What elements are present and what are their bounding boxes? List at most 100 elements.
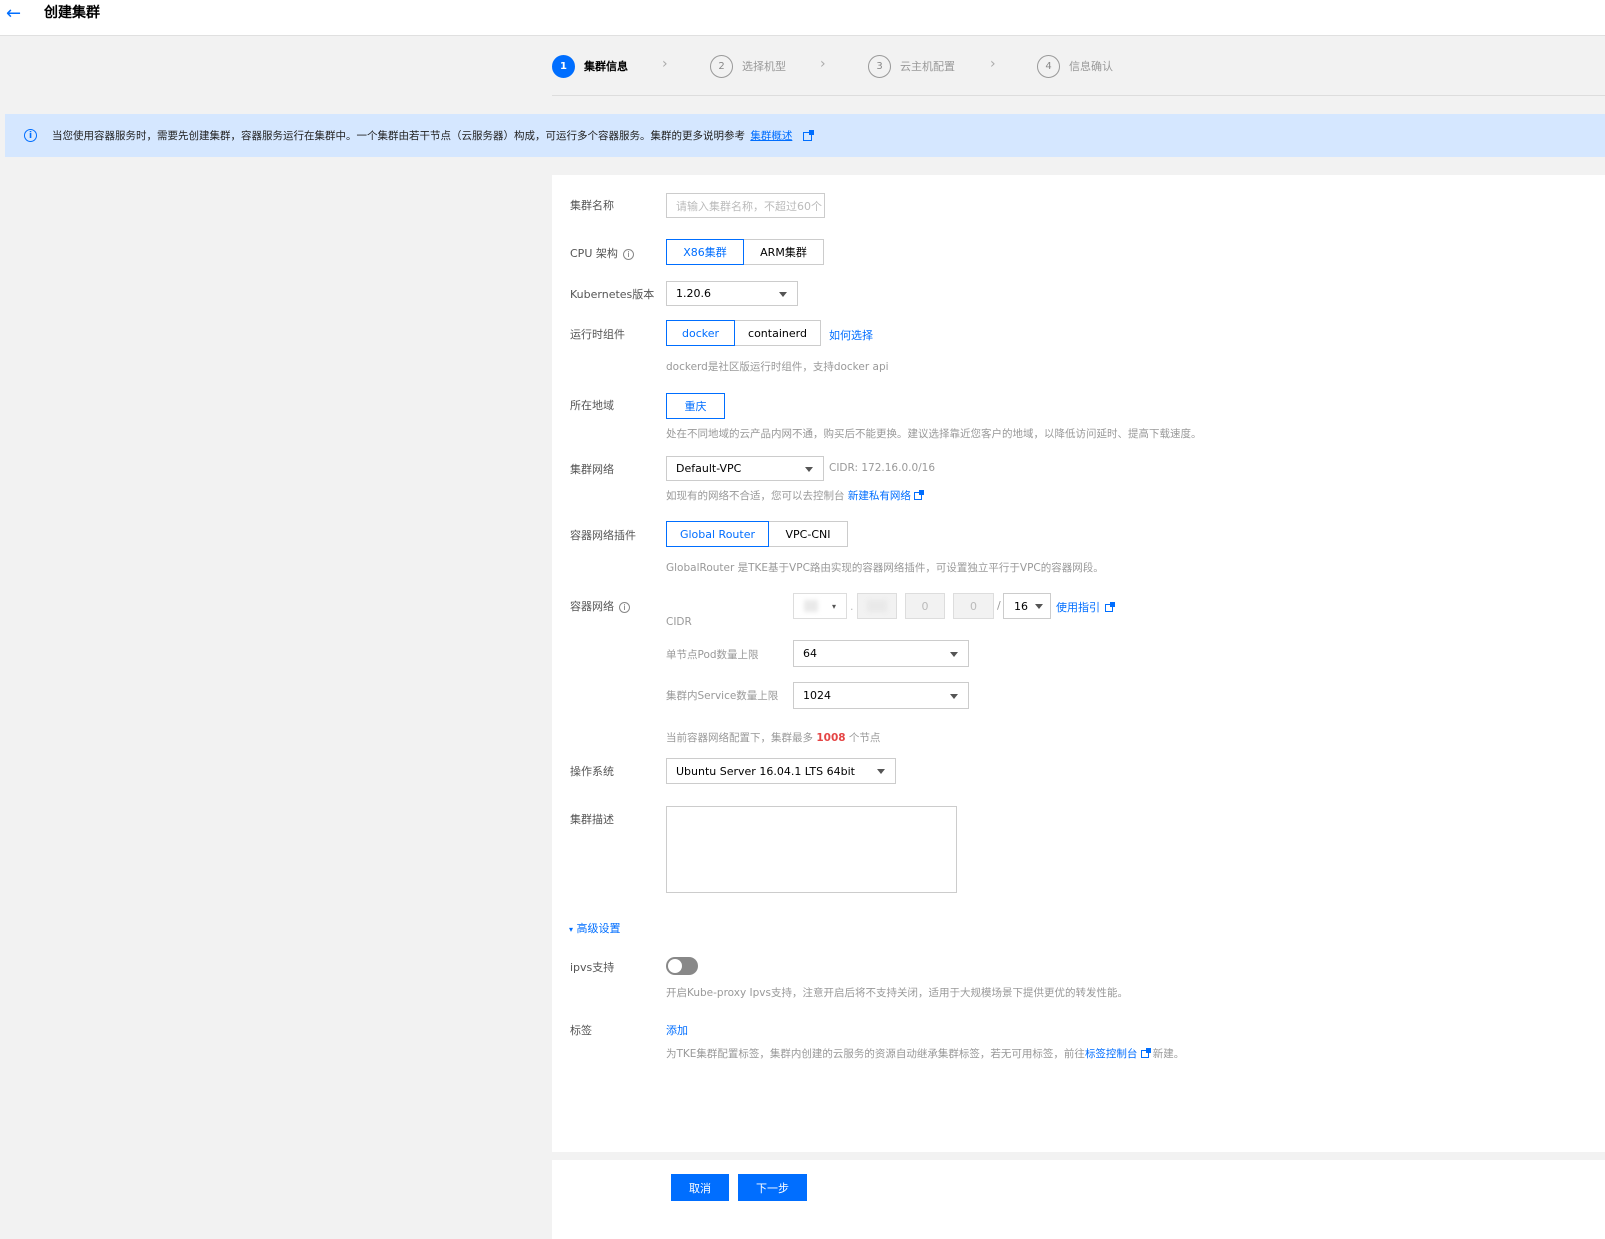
description-textarea[interactable] [666,806,957,893]
caret-down-icon [877,769,885,774]
network-hint: 如现有的网络不合适，您可以去控制台 新建私有网络 [666,488,924,503]
pod-limit-label: 单节点Pod数量上限 [666,649,759,661]
ipvs-hint: 开启Kube-proxy Ipvs支持，注意开启后将不支持关闭，适用于大规模场景… [666,987,1128,999]
plugin-vpc-cni-option[interactable]: VPC-CNI [769,521,848,547]
step-3-label: 云主机配置 [900,60,955,73]
step-4: 4 信息确认 [1037,54,1113,78]
cidr-mask-value: 16 [1014,599,1028,613]
external-link-icon [913,490,924,500]
advanced-settings-toggle[interactable]: ▾ 高级设置 [569,920,621,936]
usage-guide-link[interactable]: 使用指引 [1056,599,1115,615]
step-1-label: 集群信息 [584,60,628,73]
cidr-octet1-select[interactable]: ▾ [793,593,847,619]
chevron-right-icon: › [662,56,668,72]
ipvs-label: ipvs支持 [570,961,615,974]
network-plugin-segment: Global Router VPC-CNI [666,521,848,547]
cidr-octet2-input[interactable] [857,593,897,619]
node-summary: 当前容器网络配置下，集群最多 1008 个节点 [666,732,881,744]
info-banner: i 当您使用容器服务时，需要先创建集群，容器服务运行在集群中。一个集群由若干节点… [5,114,1605,157]
vpc-value: Default-VPC [676,462,742,475]
info-circle-icon[interactable]: i [619,601,630,613]
cluster-name-input[interactable]: 请输入集群名称，不超过60个 [666,193,825,218]
tag-console-link[interactable]: 标签控制台 [1085,1048,1138,1060]
page-title: 创建集群 [44,5,100,21]
service-limit-label: 集群内Service数量上限 [666,690,779,702]
top-bar: ← 创建集群 [0,0,1605,36]
ipvs-switch[interactable] [666,957,698,975]
cpu-arch-segment: X86集群 ARM集群 [666,239,824,265]
k8s-version-select[interactable]: 1.20.6 [666,281,798,306]
caret-down-icon [950,693,958,699]
external-link-icon [802,129,814,141]
cluster-name-label: 集群名称 [570,199,614,212]
os-label: 操作系统 [570,765,614,778]
cidr-octet3-input[interactable]: 0 [905,593,945,619]
info-icon: i [24,129,37,142]
caret-down-icon [779,291,787,297]
step-4-label: 信息确认 [1069,60,1113,73]
chevron-right-icon: › [820,56,826,72]
external-link-icon [1105,602,1115,612]
tags-label: 标签 [570,1024,592,1037]
add-tag-link[interactable]: 添加 [666,1022,688,1038]
os-select[interactable]: Ubuntu Server 16.04.1 LTS 64bit [666,758,896,784]
create-vpc-link[interactable]: 新建私有网络 [848,490,911,502]
description-label: 集群描述 [570,813,614,826]
pod-limit-value: 64 [803,647,817,660]
region-segment: 重庆 [666,393,725,419]
caret-down-icon: ▾ [569,925,574,934]
info-text: 当您使用容器服务时，需要先创建集群，容器服务运行在集群中。一个集群由若干节点（云… [52,130,745,142]
pod-limit-select[interactable]: 64 [793,640,969,667]
cluster-overview-link[interactable]: 集群概述 [750,130,792,142]
cidr-octet4-input[interactable]: 0 [953,593,994,619]
step-1-number: 1 [552,54,575,78]
runtime-containerd-option[interactable]: containerd [735,320,821,346]
container-network-label: 容器网络 i [570,598,630,614]
runtime-label: 运行时组件 [570,328,625,341]
external-link-icon [1141,1048,1152,1058]
service-limit-value: 1024 [803,689,831,702]
vpc-select[interactable]: Default-VPC [666,456,824,481]
how-to-choose-link[interactable]: 如何选择 [829,327,873,343]
cluster-network-label: 集群网络 [570,463,614,476]
tags-hint: 为TKE集群配置标签，集群内创建的云服务的资源自动继承集群标签，若无可用标签，前… [666,1048,1185,1060]
plugin-hint: GlobalRouter 是TKE基于VPC路由实现的容器网络插件，可设置独立平… [666,562,1104,574]
caret-down-icon [1035,604,1043,609]
k8s-version-value: 1.20.6 [676,287,711,300]
region-chongqing-option[interactable]: 重庆 [666,393,725,419]
cidr-label: CIDR [666,616,692,628]
next-step-button[interactable]: 下一步 [738,1174,807,1201]
region-hint: 处在不同地域的云产品内网不通，购买后不能更换。建议选择靠近您客户的地域，以降低访… [666,428,1202,440]
k8s-version-label: Kubernetes版本 [570,288,655,301]
runtime-segment: docker containerd [666,320,821,346]
cpu-arch-label: CPU 架构 i [570,245,634,261]
plugin-global-router-option[interactable]: Global Router [666,521,769,547]
runtime-docker-option[interactable]: docker [666,320,735,346]
cpu-x86-option[interactable]: X86集群 [666,239,744,265]
network-plugin-label: 容器网络插件 [570,529,636,542]
step-indicator: 1 集群信息 › 2 选择机型 › 3 云主机配置 › 4 信息确认 [552,50,1605,96]
step-2-label: 选择机型 [742,60,786,73]
runtime-hint: dockerd是社区版运行时组件，支持docker api [666,361,889,373]
step-4-number: 4 [1037,54,1060,78]
vpc-cidr-text: CIDR: 172.16.0.0/16 [829,462,936,474]
caret-down-icon: ▾ [831,601,836,611]
step-1: 1 集群信息 [552,54,628,78]
region-label: 所在地域 [570,399,614,412]
cancel-button[interactable]: 取消 [671,1174,729,1201]
step-3-number: 3 [868,54,891,78]
back-arrow-icon[interactable]: ← [6,4,28,26]
os-value: Ubuntu Server 16.04.1 LTS 64bit [676,764,855,778]
step-2-number: 2 [710,54,733,78]
step-3: 3 云主机配置 [868,54,955,78]
cidr-mask-select[interactable]: 16 [1003,593,1051,619]
max-nodes-count: 1008 [816,732,846,744]
cidr-slash: / [997,599,1001,612]
info-circle-icon[interactable]: i [622,248,634,260]
cpu-arm-option[interactable]: ARM集群 [744,239,824,265]
step-2: 2 选择机型 [710,54,786,78]
service-limit-select[interactable]: 1024 [793,682,969,709]
caret-down-icon [950,651,958,657]
caret-down-icon [805,466,813,472]
chevron-right-icon: › [990,56,996,72]
